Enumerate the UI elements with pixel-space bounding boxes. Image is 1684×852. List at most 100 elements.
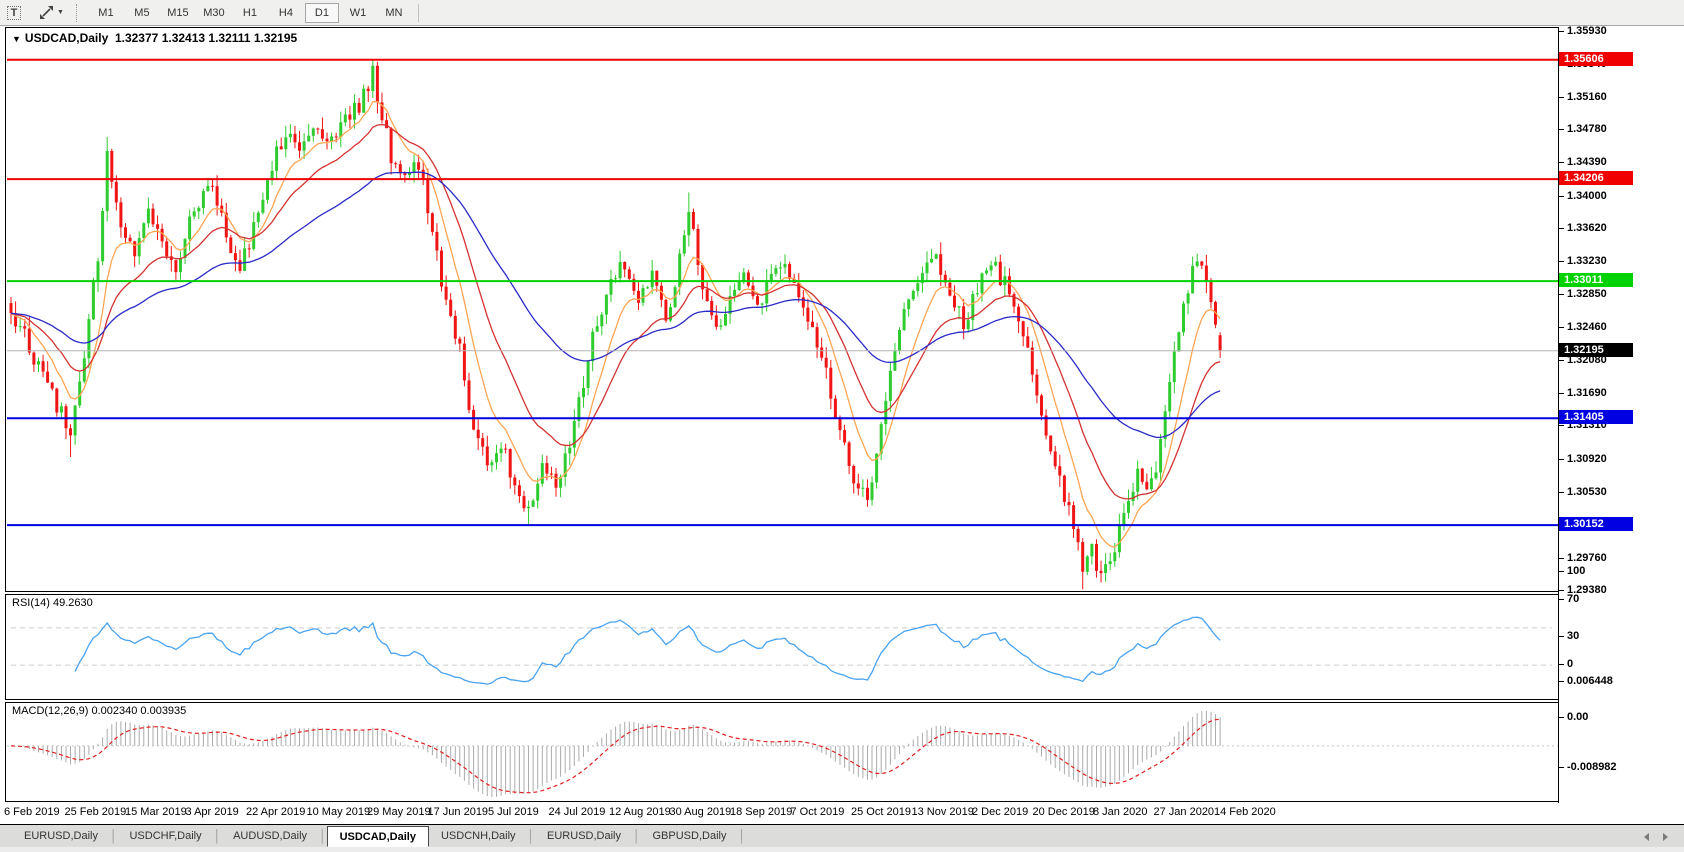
timeframe-button-m15[interactable]: M15 bbox=[161, 3, 195, 23]
ohlc-low: 1.32111 bbox=[208, 31, 251, 45]
toolbar-grip bbox=[75, 3, 80, 22]
tabs-scroll-right-button[interactable] bbox=[1663, 833, 1668, 841]
status-strip bbox=[0, 847, 1684, 852]
date-label: 12 Aug 2019 bbox=[609, 806, 671, 818]
top-toolbar: T ▼ M1 M5 M15 M30 H1 H4 D1 W1 MN bbox=[0, 0, 1684, 26]
rsi-tick-label: 0 bbox=[1559, 658, 1573, 670]
date-label: 22 Apr 2019 bbox=[246, 806, 306, 818]
text-tool-button[interactable]: T bbox=[1, 3, 27, 23]
price-tick-label: 1.30920 bbox=[1559, 453, 1607, 465]
ohlc-close: 1.32195 bbox=[253, 31, 298, 45]
level-price-badge: 1.30152 bbox=[1559, 517, 1633, 531]
tab-separator: │ bbox=[213, 829, 222, 843]
price-tick-label: 1.31690 bbox=[1559, 387, 1607, 399]
main-chart-panel[interactable]: ▼ USDCAD,Daily 1.32377 1.32413 1.32111 1.… bbox=[5, 27, 1558, 592]
price-axis[interactable]: 1.359301.355401.351601.347801.343901.340… bbox=[1558, 25, 1684, 803]
chart-tab-usdcad-3[interactable]: USDCAD,Daily bbox=[326, 826, 429, 847]
level-price-badge: 1.31405 bbox=[1559, 410, 1633, 424]
date-label: 25 Oct 2019 bbox=[851, 806, 911, 818]
date-label: 14 Feb 2020 bbox=[1214, 806, 1276, 818]
date-label: 17 Jun 2019 bbox=[427, 806, 489, 818]
date-label: 30 Aug 2019 bbox=[669, 806, 732, 818]
ohlc-high: 1.32413 bbox=[161, 31, 206, 45]
tab-scroll-arrows bbox=[1644, 833, 1668, 841]
candlestick-canvas[interactable] bbox=[7, 29, 1558, 592]
date-label: 24 Jul 2019 bbox=[548, 806, 606, 818]
price-tick-label: 1.33620 bbox=[1559, 222, 1607, 234]
price-tick-label: 1.32460 bbox=[1559, 321, 1607, 333]
chart-area: ▼ USDCAD,Daily 1.32377 1.32413 1.32111 1.… bbox=[0, 25, 1684, 803]
price-tick-label: 1.34000 bbox=[1559, 190, 1607, 202]
date-label: 7 Oct 2019 bbox=[790, 806, 845, 818]
timeframe-button-m30[interactable]: M30 bbox=[197, 3, 231, 23]
date-label: 3 Apr 2019 bbox=[185, 806, 239, 818]
rsi-canvas[interactable] bbox=[7, 596, 1558, 700]
tabs-scroll-left-button[interactable] bbox=[1644, 833, 1649, 841]
date-label: 8 Jan 2020 bbox=[1093, 806, 1148, 818]
date-label: 5 Jul 2019 bbox=[488, 806, 539, 818]
level-price-badge: 1.33011 bbox=[1559, 273, 1633, 287]
date-label: 29 May 2019 bbox=[367, 806, 431, 818]
price-tick-label: 1.34390 bbox=[1559, 156, 1607, 168]
timeframe-toolbar: M1 M5 M15 M30 H1 H4 D1 W1 MN bbox=[88, 2, 412, 23]
chart-tabs-bar: EURUSD,Daily │ USDCHF,Daily │ AUDUSD,Daily │ U… bbox=[0, 824, 1684, 847]
timeframe-button-m1[interactable]: M1 bbox=[89, 3, 123, 23]
chart-tab-eurusd-5[interactable]: EURUSD,Daily bbox=[535, 827, 633, 845]
date-label: 13 Nov 2019 bbox=[911, 806, 974, 818]
date-label: 2 Dec 2019 bbox=[972, 806, 1029, 818]
timeframe-button-h4[interactable]: H4 bbox=[269, 3, 303, 23]
tab-separator: │ bbox=[109, 829, 118, 843]
price-tick-label: 1.33230 bbox=[1559, 255, 1607, 267]
ohlc-open: 1.32377 bbox=[114, 31, 159, 45]
chart-title: ▼ USDCAD,Daily 1.32377 1.32413 1.32111 1.… bbox=[12, 31, 297, 45]
macd-panel[interactable]: MACD(12,26,9) 0.002340 0.003935 bbox=[5, 702, 1558, 802]
chart-tab-usdchf-1[interactable]: USDCHF,Daily bbox=[117, 827, 213, 845]
rsi-tick-label: 100 bbox=[1559, 565, 1585, 577]
timeframe-button-w1[interactable]: W1 bbox=[341, 3, 375, 23]
symbol-period-label: USDCAD,Daily bbox=[24, 31, 109, 45]
rsi-tick-label: 30 bbox=[1559, 630, 1579, 642]
tab-separator: │ bbox=[527, 829, 536, 843]
level-price-badge: 1.34206 bbox=[1559, 171, 1633, 185]
objects-tool-button[interactable]: ▼ bbox=[38, 3, 65, 23]
rsi-panel[interactable]: RSI(14) 49.2630 bbox=[5, 594, 1558, 700]
chart-tab-eurusd-0[interactable]: EURUSD,Daily bbox=[12, 827, 110, 845]
timeframe-button-d1[interactable]: D1 bbox=[304, 2, 339, 23]
macd-tick-label: -0.008982 bbox=[1559, 761, 1617, 773]
price-tick-label: 1.34780 bbox=[1559, 123, 1607, 135]
rsi-label: RSI(14) 49.2630 bbox=[12, 597, 93, 609]
text-tool-icon: T bbox=[6, 5, 22, 20]
diagonal-arrows-icon bbox=[40, 6, 53, 19]
timeframe-button-h1[interactable]: H1 bbox=[233, 3, 267, 23]
chart-tab-usdcnh-4[interactable]: USDCNH,Daily bbox=[429, 827, 528, 845]
toolbar-separator bbox=[417, 3, 419, 22]
macd-tick-label: 0.006448 bbox=[1559, 675, 1613, 687]
date-label: 15 Mar 2019 bbox=[125, 806, 187, 818]
date-label: 6 Feb 2019 bbox=[4, 806, 60, 818]
price-tick-label: 1.32850 bbox=[1559, 288, 1607, 300]
price-tick-label: 1.29760 bbox=[1559, 552, 1607, 564]
current-price-badge: 1.32195 bbox=[1559, 343, 1633, 357]
date-label: 18 Sep 2019 bbox=[730, 806, 793, 818]
tab-separator: │ bbox=[319, 829, 327, 843]
date-label: 25 Feb 2019 bbox=[64, 806, 127, 818]
chart-tab-gbpusd-6[interactable]: GBPUSD,Daily bbox=[641, 827, 739, 845]
timeframe-button-m5[interactable]: M5 bbox=[125, 3, 159, 23]
time-axis[interactable]: 6 Feb 2019 25 Feb 2019 15 Mar 2019 3 Apr 20… bbox=[0, 803, 1684, 824]
level-price-badge: 1.35606 bbox=[1559, 52, 1633, 66]
trading-terminal-window: T ▼ M1 M5 M15 M30 H1 H4 D1 W1 MN ▼ USDCAD,Daily 1… bbox=[0, 0, 1684, 852]
macd-tick-label: 0.00 bbox=[1559, 711, 1588, 723]
timeframe-button-mn[interactable]: MN bbox=[377, 3, 411, 23]
macd-label: MACD(12,26,9) 0.002340 0.003935 bbox=[12, 705, 187, 717]
tab-separator: │ bbox=[633, 829, 641, 843]
macd-canvas[interactable] bbox=[7, 704, 1558, 802]
rsi-tick-label: 70 bbox=[1559, 593, 1579, 605]
date-label: 10 May 2019 bbox=[306, 806, 371, 818]
price-tick-label: 1.35930 bbox=[1559, 25, 1607, 37]
collapse-triangle-icon[interactable]: ▼ bbox=[12, 34, 21, 44]
tab-separator: │ bbox=[738, 829, 746, 843]
price-tick-label: 1.30530 bbox=[1559, 486, 1607, 498]
chart-tab-audusd-2[interactable]: AUDUSD,Daily bbox=[221, 827, 319, 845]
date-label: 27 Jan 2020 bbox=[1153, 806, 1215, 818]
price-tick-label: 1.35160 bbox=[1559, 91, 1607, 103]
